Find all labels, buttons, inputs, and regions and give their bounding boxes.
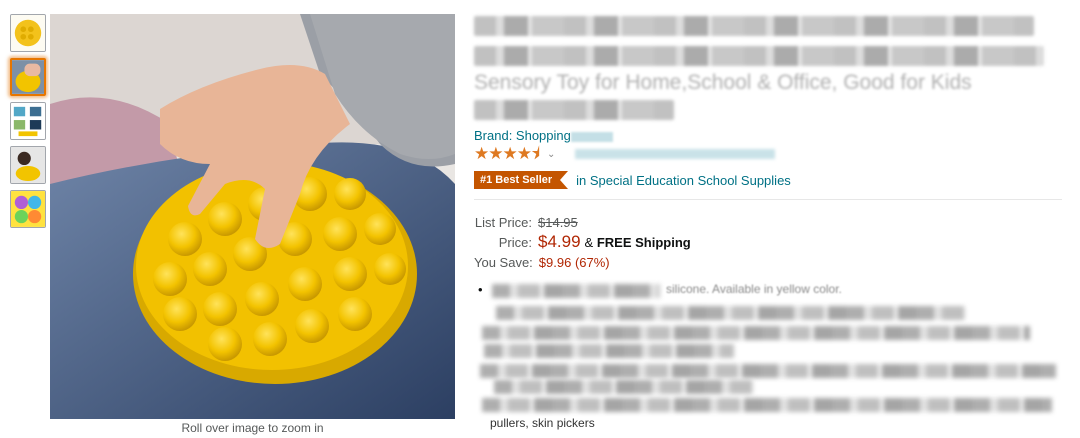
bestseller-row: #1 Best Seller in Special Education Scho… [474, 171, 1064, 189]
zoom-hint: Roll over image to zoom in [181, 421, 324, 435]
star-rating-icon[interactable]: ★★★★⯨ [474, 145, 540, 163]
title-visible-text: Sensory Toy for Home,School & Office, Go… [474, 71, 972, 94]
savings-value: $9.96 (67%) [538, 254, 610, 270]
shipping-prefix: & [584, 234, 594, 250]
brand-label: Brand: Shopping [474, 128, 571, 143]
list-price-value: $14.95 [538, 214, 578, 230]
shipping-info: & FREE Shipping [585, 235, 691, 250]
bullet-blur [484, 344, 734, 358]
thumbnail-1[interactable] [10, 14, 46, 52]
bullet-blur [492, 284, 660, 298]
title-blur-line [474, 100, 674, 120]
bullet-visible-fragment: silicone. Available in yellow color. [666, 282, 842, 296]
bullet-blur [480, 364, 1056, 378]
bullet-blur [496, 306, 966, 320]
thumbnail-4[interactable] [10, 146, 46, 184]
rating-row: ★★★★⯨ ⌄ [474, 145, 1064, 163]
price-label: Price: [498, 234, 532, 250]
savings-label: You Save: [474, 254, 533, 270]
bullet-blur [494, 380, 754, 394]
price-table: List Price: $14.95 Price: $4.99 & FREE S… [474, 212, 1064, 272]
savings-row: You Save: $9.96 (67%) [474, 252, 1064, 272]
title-blur-line [474, 16, 1034, 36]
thumbnail-2[interactable] [10, 58, 46, 96]
price-value: $4.99 [538, 232, 581, 251]
product-title: Sensory Toy for Home,School & Office, Go… [474, 12, 1064, 122]
brand-link[interactable]: Brand: Shopping [474, 128, 1064, 143]
title-blur-line [474, 46, 1044, 66]
free-shipping-link[interactable]: FREE Shipping [597, 235, 691, 250]
thumbnail-3[interactable] [10, 102, 46, 140]
list-price-row: List Price: $14.95 [474, 212, 1064, 232]
thumbnail-5[interactable] [10, 190, 46, 228]
bullet-tail-text: pullers, skin pickers [490, 416, 595, 430]
bullet-dot: • [478, 282, 483, 297]
feature-bullets: • silicone. Available in yellow color. p… [474, 280, 1064, 430]
bestseller-badge[interactable]: #1 Best Seller [474, 171, 569, 189]
bullet-blur [482, 326, 1030, 340]
chevron-down-icon[interactable]: ⌄ [547, 149, 555, 160]
bestseller-category-link[interactable]: in Special Education School Supplies [576, 173, 791, 188]
brand-blur [570, 131, 613, 142]
ratings-count-blur[interactable] [575, 149, 776, 159]
product-details: Sensory Toy for Home,School & Office, Go… [474, 12, 1064, 430]
thumbnail-strip [10, 14, 48, 234]
divider [474, 199, 1062, 200]
price-row: Price: $4.99 & FREE Shipping [474, 232, 1064, 252]
bullet-blur [482, 398, 1052, 412]
main-product-image[interactable] [50, 14, 455, 419]
list-price-label: List Price: [474, 214, 532, 230]
